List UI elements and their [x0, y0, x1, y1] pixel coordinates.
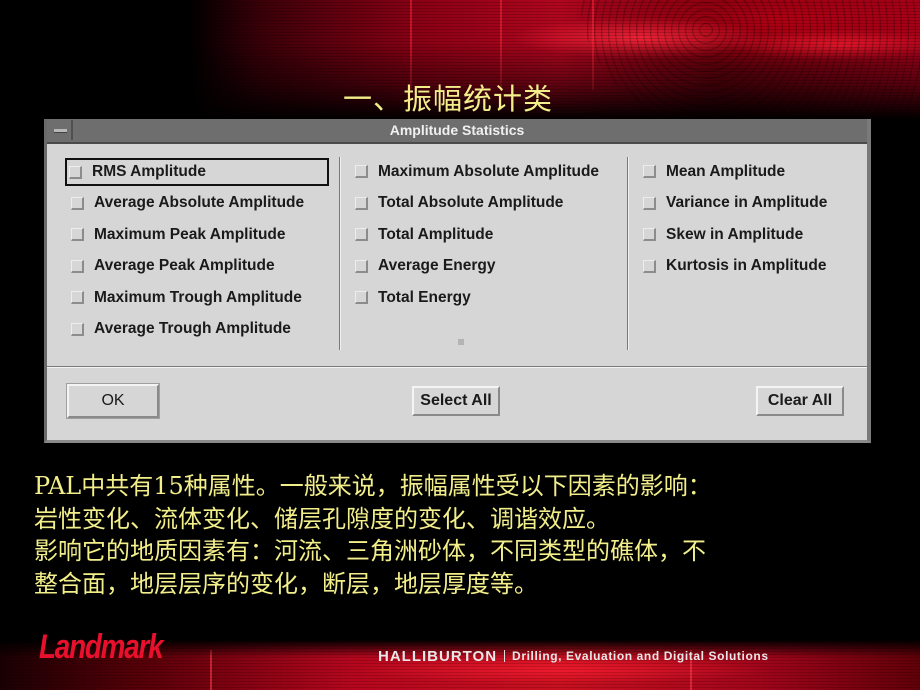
checkbox[interactable]: [71, 228, 84, 242]
footer-brand-bar: HALLIBURTON Drilling, Evaluation and Dig…: [378, 646, 908, 666]
checkbox[interactable]: [71, 291, 84, 305]
option-label: Total Energy: [378, 288, 471, 306]
option-label: Mean Amplitude: [666, 162, 786, 180]
checkbox[interactable]: [71, 322, 84, 336]
option-label: Skew in Amplitude: [666, 225, 804, 243]
option-skew-in-amplitude[interactable]: Skew in Amplitude: [639, 219, 827, 251]
option-maximum-peak-amplitude[interactable]: Maximum Peak Amplitude: [67, 219, 329, 251]
ok-button[interactable]: OK: [66, 383, 160, 419]
option-mean-amplitude[interactable]: Mean Amplitude: [639, 156, 827, 188]
checkbox[interactable]: [643, 165, 656, 179]
landmark-logo: Landmark: [39, 628, 164, 666]
options-column-1: RMS Amplitude Average Absolute Amplitude…: [65, 156, 329, 346]
checkbox[interactable]: [643, 196, 656, 210]
checkbox[interactable]: [355, 259, 368, 273]
halliburton-logo: HALLIBURTON: [378, 647, 498, 665]
select-all-button[interactable]: Select All: [412, 386, 500, 416]
slide-title-text: 一、振幅统计类: [342, 82, 553, 116]
body-line: 整合面，地层层序的变化，断层，地层厚度等。: [34, 569, 538, 598]
option-average-trough-amplitude[interactable]: Average Trough Amplitude: [67, 314, 329, 346]
checkbox[interactable]: [643, 259, 656, 273]
checkbox[interactable]: [643, 228, 656, 242]
checkbox[interactable]: [355, 291, 368, 305]
checkbox[interactable]: [71, 259, 84, 273]
body-line: PAL中共有15种属性。一般来说，振幅属性受以下因素的影响：: [34, 472, 712, 500]
body-line: 岩性变化、流体变化、储层孔隙度的变化、调谐效应。: [34, 504, 610, 533]
dialog-titlebar[interactable]: Amplitude Statistics: [47, 119, 867, 144]
option-label: Total Absolute Amplitude: [378, 194, 564, 212]
options-column-2: Maximum Absolute Amplitude Total Absolut…: [351, 156, 599, 314]
checkbox[interactable]: [355, 228, 368, 242]
column-separator: [627, 157, 629, 350]
checkbox[interactable]: [355, 196, 368, 210]
body-line: 影响它的地质因素有：河流、三角洲砂体，不同类型的礁体，不: [34, 537, 706, 565]
option-average-absolute-amplitude[interactable]: Average Absolute Amplitude: [67, 188, 329, 220]
option-label: Average Energy: [378, 257, 496, 275]
option-label: Total Amplitude: [378, 225, 494, 243]
option-rms-amplitude[interactable]: RMS Amplitude: [65, 158, 329, 186]
option-label: Average Peak Amplitude: [94, 257, 275, 275]
option-label: Average Trough Amplitude: [94, 320, 291, 338]
clear-all-button[interactable]: Clear All: [756, 386, 844, 416]
option-average-energy[interactable]: Average Energy: [351, 251, 599, 283]
option-maximum-trough-amplitude[interactable]: Maximum Trough Amplitude: [67, 282, 329, 314]
checkbox[interactable]: [69, 165, 82, 179]
dialog-body: RMS Amplitude Average Absolute Amplitude…: [47, 144, 867, 440]
option-total-amplitude[interactable]: Total Amplitude: [351, 219, 599, 251]
option-label: Average Absolute Amplitude: [94, 194, 305, 212]
option-label: RMS Amplitude: [92, 163, 206, 180]
option-variance-in-amplitude[interactable]: Variance in Amplitude: [639, 188, 827, 220]
option-label: Maximum Peak Amplitude: [94, 225, 286, 243]
divider: [504, 650, 506, 662]
options-column-3: Mean Amplitude Variance in Amplitude Ske…: [639, 156, 827, 282]
option-label: Variance in Amplitude: [666, 194, 828, 212]
amplitude-statistics-dialog: Amplitude Statistics RMS Amplitude Avera…: [44, 119, 871, 443]
option-label: Maximum Absolute Amplitude: [378, 162, 600, 180]
option-label: Kurtosis in Amplitude: [666, 257, 827, 275]
dialog-title: Amplitude Statistics: [389, 122, 525, 138]
option-total-absolute-amplitude[interactable]: Total Absolute Amplitude: [351, 188, 599, 220]
resize-grip-icon: [458, 339, 464, 345]
button-area-separator: [47, 366, 867, 368]
option-average-peak-amplitude[interactable]: Average Peak Amplitude: [67, 251, 329, 283]
column-separator: [339, 157, 341, 350]
slide-title: 一、振幅统计类: [0, 76, 920, 118]
option-label: Maximum Trough Amplitude: [94, 288, 302, 306]
option-kurtosis-in-amplitude[interactable]: Kurtosis in Amplitude: [639, 251, 827, 283]
checkbox[interactable]: [71, 196, 84, 210]
footer-tagline: Drilling, Evaluation and Digital Solutio…: [512, 649, 769, 663]
slide-body-text: PAL中共有15种属性。一般来说，振幅属性受以下因素的影响： 岩性变化、流体变化…: [34, 470, 914, 600]
option-maximum-absolute-amplitude[interactable]: Maximum Absolute Amplitude: [351, 156, 599, 188]
checkbox[interactable]: [355, 165, 368, 179]
option-total-energy[interactable]: Total Energy: [351, 282, 599, 314]
